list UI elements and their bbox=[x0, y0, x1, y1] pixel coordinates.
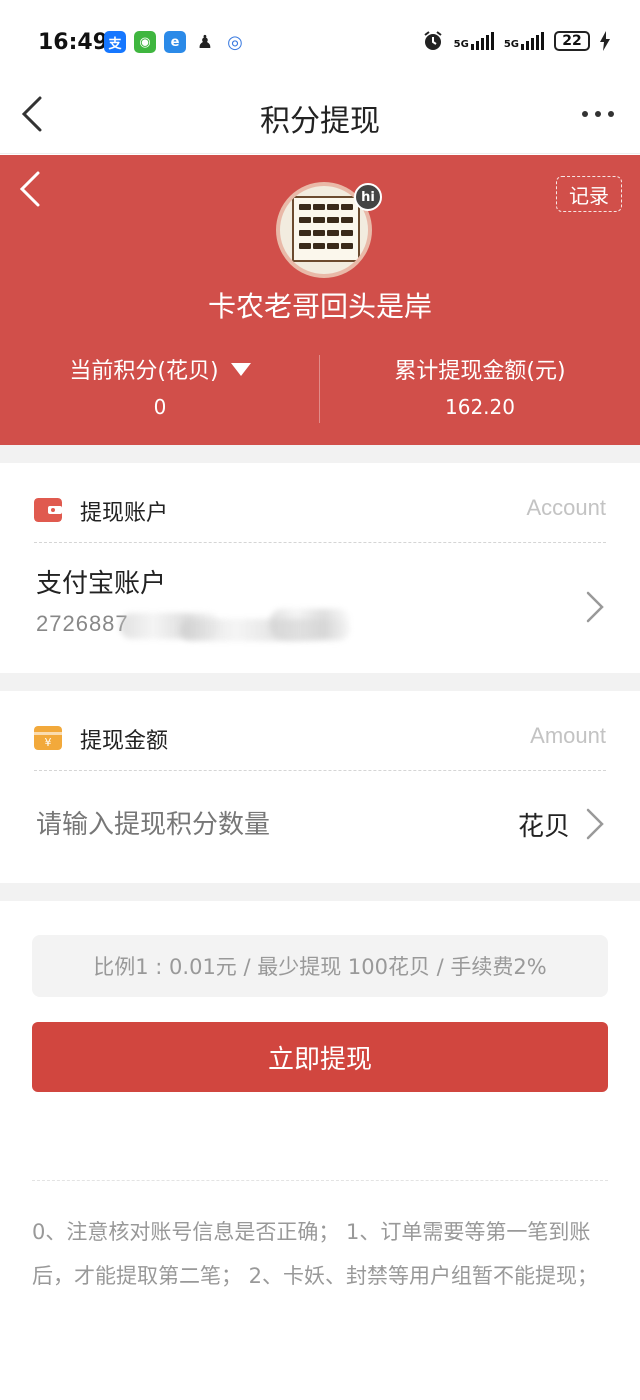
status-app-icons: 支 ◉ e ♟ ◎ bbox=[104, 31, 246, 53]
record-button[interactable]: 记录 bbox=[556, 176, 622, 212]
current-points-value: 0 bbox=[153, 395, 167, 419]
withdraw-now-button[interactable]: 立即提现 bbox=[32, 1022, 608, 1092]
chevron-right-icon[interactable] bbox=[584, 590, 606, 624]
page-title: 积分提现 bbox=[260, 104, 380, 139]
browser-icon: e bbox=[164, 31, 186, 53]
amount-section: ¥ 提现金额 Amount 请输入提现积分数量 花贝 bbox=[0, 691, 640, 883]
current-points-stat[interactable]: 当前积分(花贝) 0 bbox=[0, 353, 320, 419]
back-arrow-icon[interactable] bbox=[14, 169, 48, 209]
total-withdrawn-stat: 累计提现金额(元) 162.20 bbox=[320, 353, 640, 419]
amount-section-en: Amount bbox=[530, 723, 606, 748]
alarm-icon bbox=[424, 31, 442, 50]
unit-selector[interactable]: 花贝 bbox=[518, 806, 570, 843]
more-menu-icon[interactable] bbox=[582, 104, 616, 124]
account-section: 提现账户 Account 支付宝账户 2726887 bbox=[0, 463, 640, 673]
signal-1: 5G bbox=[454, 32, 494, 50]
ratio-info: 比例1 : 0.01元 / 最少提现 100花贝 / 手续费2% bbox=[32, 935, 608, 997]
account-number: 2726887 bbox=[36, 611, 129, 636]
notes-text: 0、注意核对账号信息是否正确； 1、订单需要等第一笔到账后，才能提取第二笔； 2… bbox=[32, 1220, 599, 1288]
app-circle-icon: ◎ bbox=[224, 31, 246, 53]
calligraphy-avatar-image bbox=[292, 196, 360, 262]
divider bbox=[32, 1180, 608, 1181]
account-section-en: Account bbox=[526, 495, 607, 520]
qq-icon: ♟ bbox=[194, 31, 216, 53]
status-time: 16:49 bbox=[38, 30, 109, 55]
hi-badge: hi bbox=[354, 183, 382, 211]
chevron-right-icon[interactable] bbox=[584, 807, 606, 841]
current-points-label: 当前积分(花贝) bbox=[69, 359, 219, 384]
divider bbox=[34, 770, 606, 771]
section-gap bbox=[0, 673, 640, 691]
account-section-title: 提现账户 bbox=[80, 501, 169, 526]
redacted-blur bbox=[270, 609, 350, 639]
total-withdrawn-value: 162.20 bbox=[445, 395, 515, 419]
wallet-icon bbox=[34, 498, 62, 522]
title-bar: 积分提现 bbox=[0, 78, 640, 154]
divider bbox=[34, 542, 606, 543]
profile-header: 记录 hi 卡农老哥回头是岸 当前积分(花贝) 0 累计提现金额(元) 162.… bbox=[0, 155, 640, 445]
network-type-label: 5G bbox=[503, 39, 519, 50]
charging-icon bbox=[600, 31, 610, 51]
total-withdrawn-label: 累计提现金额(元) bbox=[394, 359, 566, 384]
status-bar: 16:49 支 ◉ e ♟ ◎ 5G 5G 22 bbox=[0, 0, 640, 78]
signal-bars-icon bbox=[470, 32, 494, 50]
wechat-icon: ◉ bbox=[134, 31, 156, 53]
section-gap bbox=[0, 445, 640, 463]
alipay-icon: 支 bbox=[104, 31, 126, 53]
section-gap bbox=[0, 883, 640, 901]
svg-text:¥: ¥ bbox=[45, 736, 52, 749]
dropdown-caret-icon[interactable] bbox=[230, 362, 251, 376]
coin-box-icon: ¥ bbox=[34, 726, 62, 750]
signal-2: 5G bbox=[504, 32, 544, 50]
points-amount-input[interactable]: 请输入提现积分数量 bbox=[36, 804, 270, 841]
signal-bars-icon bbox=[521, 32, 544, 50]
network-type-label: 5G bbox=[453, 39, 469, 50]
battery-icon: 22 bbox=[554, 31, 590, 51]
username: 卡农老哥回头是岸 bbox=[207, 290, 432, 323]
account-name[interactable]: 支付宝账户 bbox=[36, 563, 166, 600]
amount-section-title: 提现金额 bbox=[80, 729, 169, 754]
